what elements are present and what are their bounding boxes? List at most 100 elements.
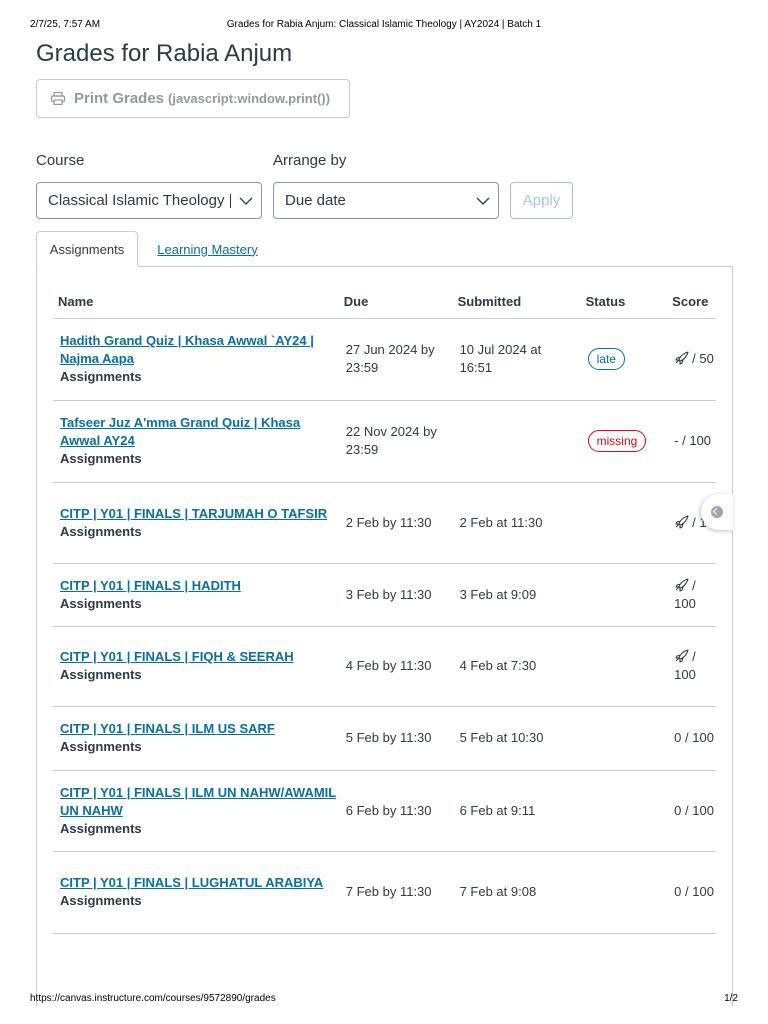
due-cell: 3 Feb by 11:30 xyxy=(338,563,453,627)
rocket-icon xyxy=(674,649,692,664)
table-header-row: Name Due Submitted Status Score xyxy=(53,285,716,319)
due-cell: 7 Feb by 11:30 xyxy=(338,851,453,934)
assignment-group: Assignments xyxy=(60,451,142,466)
assignment-link[interactable]: Tafseer Juz A'mma Grand Quiz | Khasa Aww… xyxy=(60,414,339,450)
tab-assignments[interactable]: Assignments xyxy=(36,231,138,267)
assignment-cell: CITP | Y01 | FINALS | LUGHATUL ARABIYA As… xyxy=(53,851,339,934)
assignment-group: Assignments xyxy=(60,739,142,754)
submitted-cell: 7 Feb at 9:08 xyxy=(452,851,581,934)
assignment-group: Assignments xyxy=(60,369,142,384)
score-value: / 50 xyxy=(692,351,714,366)
assignment-group: Assignments xyxy=(60,523,142,539)
assignment-link[interactable]: Hadith Grand Quiz | Khasa Awwal `AY24 | … xyxy=(60,332,339,368)
status-cell xyxy=(580,851,668,934)
table-row: Hadith Grand Quiz | Khasa Awwal `AY24 | … xyxy=(53,318,716,401)
submitted-cell: 10 Jul 2024 at 16:51 xyxy=(452,318,581,401)
score-cell: / 100 xyxy=(667,563,716,627)
assignment-cell: CITP | Y01 | FINALS | FIQH & SEERAH Assig… xyxy=(53,626,339,707)
print-grades-button[interactable]: Print Grades (javascript:window.print()) xyxy=(36,79,350,118)
print-page-number: 1/2 xyxy=(724,993,738,1004)
assignment-link[interactable]: CITP | Y01 | FINALS | FIQH & SEERAH xyxy=(60,648,339,666)
assignment-link[interactable]: CITP | Y01 | FINALS | LUGHATUL ARABIYA xyxy=(60,874,339,892)
due-cell: 5 Feb by 11:30 xyxy=(338,706,453,771)
assignment-link[interactable]: CITP | Y01 | FINALS | HADITH xyxy=(60,577,339,595)
due-cell: 2 Feb by 11:30 xyxy=(338,482,453,564)
status-cell xyxy=(580,563,668,627)
score-value: 0 / 100 xyxy=(674,802,714,818)
rocket-icon xyxy=(674,514,692,530)
status-badge: missing xyxy=(587,430,647,452)
score-cell: / 50 xyxy=(667,318,716,401)
header-name: Name xyxy=(53,285,339,319)
print-footer: https://canvas.instructure.com/courses/9… xyxy=(30,993,738,1007)
due-cell: 22 Nov 2024 by 23:59 xyxy=(338,400,453,483)
arrange-by-value: Due date xyxy=(285,192,346,209)
submitted-cell: 2 Feb at 11:30 xyxy=(452,482,581,564)
score-cell: 0 / 100 xyxy=(667,770,716,852)
due-cell: 6 Feb by 11:30 xyxy=(338,770,453,852)
status-cell xyxy=(580,770,668,852)
submitted-cell: 5 Feb at 10:30 xyxy=(452,706,581,771)
submitted-cell: 4 Feb at 7:30 xyxy=(452,626,581,707)
print-header: 2/7/25, 7:57 AM Grades for Rabia Anjum: … xyxy=(30,19,738,33)
assignment-cell: CITP | Y01 | FINALS | HADITH Assignments xyxy=(53,563,339,627)
score-value: - / 100 xyxy=(674,433,712,448)
table-row: Tafseer Juz A'mma Grand Quiz | Khasa Aww… xyxy=(53,400,716,483)
table-row: CITP | Y01 | FINALS | TARJUMAH O TAFSIR A… xyxy=(53,482,716,564)
print-grades-href: (javascript:window.print()) xyxy=(168,91,331,106)
assignment-link[interactable]: CITP | Y01 | FINALS | TARJUMAH O TAFSIR xyxy=(60,505,339,523)
assignment-group: Assignments xyxy=(60,595,142,611)
status-badge: late xyxy=(587,348,625,370)
arrange-by-select[interactable]: Due date xyxy=(273,182,499,219)
rocket-icon xyxy=(674,351,692,366)
due-cell: 27 Jun 2024 by 23:59 xyxy=(338,318,453,401)
submitted-cell xyxy=(452,400,581,483)
assignment-group: Assignments xyxy=(60,893,142,908)
arrow-icon xyxy=(711,506,723,518)
score-cell: - / 100 xyxy=(667,400,716,483)
table-row: CITP | Y01 | FINALS | ILM US SARF Assignm… xyxy=(53,706,716,771)
assignment-cell: CITP | Y01 | FINALS | ILM UN NAHW/AWAMIL… xyxy=(53,770,339,852)
assignment-cell: Tafseer Juz A'mma Grand Quiz | Khasa Aww… xyxy=(53,400,339,483)
page-title: Grades for Rabia Anjum xyxy=(36,40,293,67)
table-row: CITP | Y01 | FINALS | HADITH Assignments 3… xyxy=(53,563,716,627)
header-due: Due xyxy=(338,285,453,319)
course-label: Course xyxy=(36,152,85,169)
grades-table: Name Due Submitted Status Score Hadith G… xyxy=(53,285,716,934)
printer-icon xyxy=(51,91,66,106)
score-cell: 0 / 100 xyxy=(667,706,716,771)
assignment-link[interactable]: CITP | Y01 | FINALS | ILM UN NAHW/AWAMIL… xyxy=(60,784,339,820)
status-cell: late xyxy=(580,318,668,401)
arrange-by-label: Arrange by xyxy=(273,152,347,169)
score-value: 0 / 100 xyxy=(674,730,714,745)
course-select[interactable]: Classical Islamic Theology | AY2024 | Ba… xyxy=(36,182,262,219)
score-value: 0 / 100 xyxy=(674,884,714,899)
header-submitted: Submitted xyxy=(452,285,581,319)
status-cell xyxy=(580,626,668,707)
status-cell: missing xyxy=(580,400,668,483)
table-row: CITP | Y01 | FINALS | LUGHATUL ARABIYA As… xyxy=(53,851,716,934)
assignment-cell: Hadith Grand Quiz | Khasa Awwal `AY24 | … xyxy=(53,318,339,401)
tab-learning-mastery[interactable]: Learning Mastery xyxy=(150,231,265,267)
status-cell xyxy=(580,706,668,771)
assignment-group: Assignments xyxy=(60,667,142,682)
apply-button[interactable]: Apply xyxy=(510,182,573,219)
rocket-icon xyxy=(674,577,692,593)
table-row: CITP | Y01 | FINALS | FIQH & SEERAH Assig… xyxy=(53,626,716,707)
table-row: CITP | Y01 | FINALS | ILM UN NAHW/AWAMIL… xyxy=(53,770,716,852)
submitted-cell: 3 Feb at 9:09 xyxy=(452,563,581,627)
sidebar-toggle-button[interactable] xyxy=(701,494,733,530)
submitted-cell: 6 Feb at 9:11 xyxy=(452,770,581,852)
chevron-down-icon xyxy=(231,191,261,211)
assignment-cell: CITP | Y01 | FINALS | TARJUMAH O TAFSIR A… xyxy=(53,482,339,564)
print-doc-title: Grades for Rabia Anjum: Classical Islami… xyxy=(226,19,542,30)
print-url: https://canvas.instructure.com/courses/9… xyxy=(30,993,276,1004)
status-cell xyxy=(580,482,668,564)
chevron-down-icon xyxy=(468,191,498,211)
score-cell: 0 / 100 xyxy=(667,851,716,934)
header-score: Score xyxy=(667,285,716,319)
assignment-link[interactable]: CITP | Y01 | FINALS | ILM US SARF xyxy=(60,720,339,738)
course-select-value: Classical Islamic Theology | AY2024 | Ba… xyxy=(48,192,231,209)
assignment-group: Assignments xyxy=(60,820,142,836)
header-status: Status xyxy=(580,285,668,319)
